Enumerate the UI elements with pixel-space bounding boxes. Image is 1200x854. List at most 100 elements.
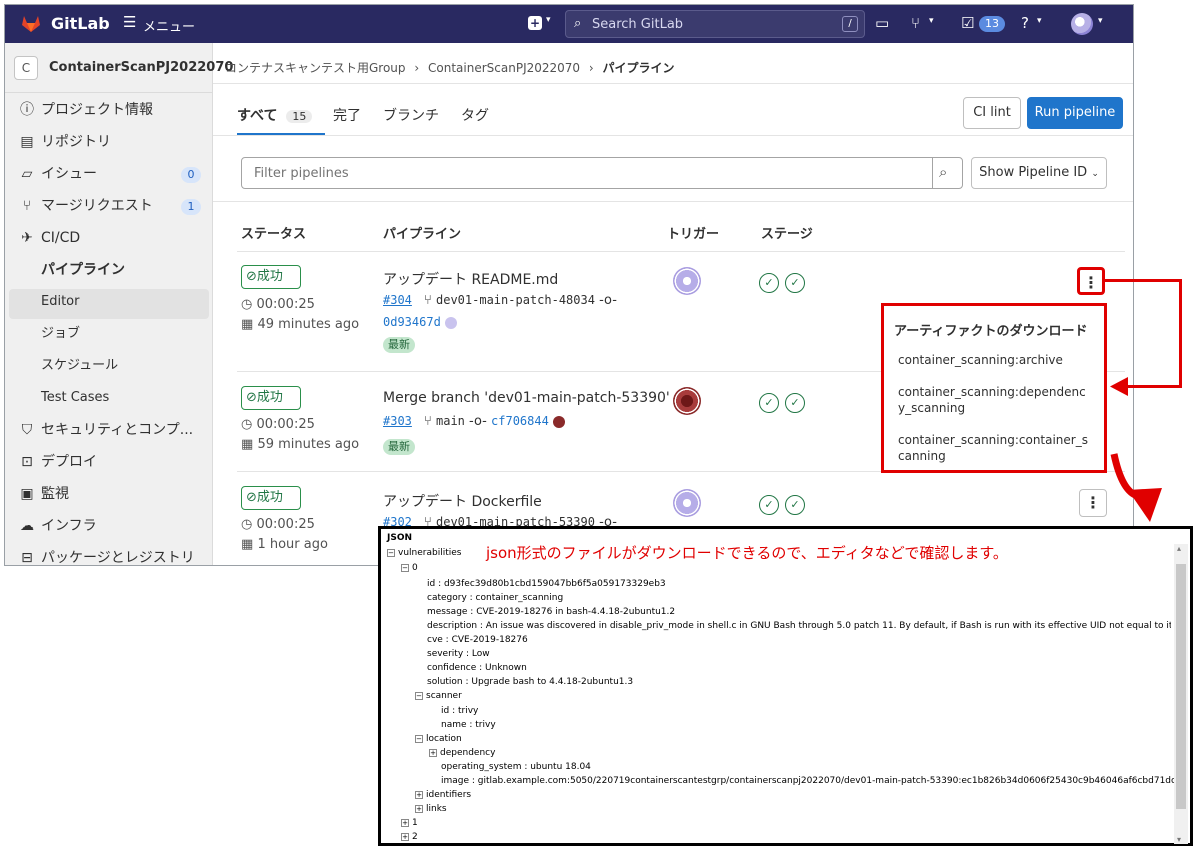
chevron-down-icon[interactable]: ▾: [1098, 16, 1103, 26]
status-badge-success[interactable]: ⊘成功: [241, 386, 301, 410]
pipeline-time-ago: ▦ 59 minutes ago: [241, 437, 359, 452]
branch-name[interactable]: dev01-main-patch-48034: [436, 293, 595, 307]
pipeline-commit-title[interactable]: Merge branch 'dev01-main-patch-53390' ..…: [383, 390, 688, 406]
collapse-icon[interactable]: −: [415, 734, 423, 743]
json-node[interactable]: + dependency: [429, 748, 495, 758]
search-icon: ⌕: [574, 16, 582, 31]
annotation-arrow-down-icon: [1110, 453, 1162, 522]
chevron-down-icon[interactable]: ▾: [1037, 16, 1042, 26]
expand-icon[interactable]: +: [401, 832, 409, 841]
sidebar-item-jobs[interactable]: ジョブ: [5, 319, 213, 349]
project-avatar[interactable]: C: [14, 56, 38, 80]
show-pipeline-id-dropdown[interactable]: Show Pipeline ID ⌄: [971, 157, 1107, 189]
json-node[interactable]: − location: [415, 734, 462, 744]
expand-icon[interactable]: +: [415, 804, 423, 813]
filter-placeholder: Filter pipelines: [254, 166, 349, 181]
sidebar-item-editor[interactable]: Editor: [5, 287, 213, 317]
project-name[interactable]: ContainerScanPJ2022070: [49, 60, 233, 75]
collapse-icon[interactable]: −: [387, 548, 395, 557]
sidebar-item-pipelines[interactable]: パイプライン: [5, 255, 213, 285]
expand-icon[interactable]: +: [415, 790, 423, 799]
todo-count-badge[interactable]: 13: [979, 16, 1005, 32]
status-badge-success[interactable]: ⊘成功: [241, 265, 301, 289]
json-node[interactable]: − scanner: [415, 691, 462, 701]
trigger-avatar[interactable]: [673, 267, 701, 295]
scroll-up-icon[interactable]: ▴: [1177, 544, 1181, 553]
sidebar-item-label: マージリクエスト: [41, 198, 153, 214]
gitlab-logo-icon[interactable]: [21, 14, 41, 33]
scrollbar-thumb[interactable]: [1176, 564, 1186, 809]
author-avatar: [444, 316, 457, 329]
tab-all[interactable]: すべて 15: [237, 105, 313, 125]
breadcrumb-project[interactable]: ContainerScanPJ2022070: [428, 61, 580, 75]
search-input[interactable]: Search GitLab: [592, 17, 683, 32]
sidebar-item-issues[interactable]: ▱ イシュー 0: [5, 159, 213, 189]
tab-branches[interactable]: ブランチ: [383, 105, 439, 125]
breadcrumb-group[interactable]: コンテナスキャンテスト用Group: [225, 61, 406, 75]
collapse-icon[interactable]: −: [401, 563, 409, 572]
chevron-down-icon[interactable]: ▾: [546, 15, 551, 25]
json-node[interactable]: +2: [401, 832, 418, 842]
search-box[interactable]: ⌕ Search GitLab /: [565, 10, 865, 38]
stage-success-icon[interactable]: ✓: [785, 273, 805, 293]
user-avatar[interactable]: [1071, 13, 1093, 35]
status-badge-success[interactable]: ⊘成功: [241, 486, 301, 510]
merge-requests-icon[interactable]: ⑂: [911, 14, 920, 32]
expand-icon[interactable]: +: [429, 748, 437, 757]
json-node[interactable]: +1: [401, 818, 418, 828]
pipeline-commit-title[interactable]: アップデート Dockerfile: [383, 491, 542, 511]
sidebar-item-repository[interactable]: ▤ リポジトリ: [5, 127, 213, 157]
stage-success-icon[interactable]: ✓: [785, 393, 805, 413]
artifact-download-dependency-scanning[interactable]: container_scanning:dependency_scanning: [898, 384, 1088, 416]
trigger-avatar[interactable]: [673, 387, 701, 415]
tab-finished[interactable]: 完了: [333, 105, 361, 125]
sidebar-item-schedules[interactable]: スケジュール: [5, 351, 213, 381]
commit-sha-link[interactable]: cf706844: [491, 414, 549, 428]
expand-icon[interactable]: +: [401, 818, 409, 827]
pipeline-commit-title[interactable]: アップデート README.md: [383, 269, 558, 289]
more-actions-kebab-icon[interactable]: ⋮: [1077, 267, 1105, 295]
branch-name[interactable]: main: [436, 414, 465, 428]
commit-sha-link[interactable]: 0d93467d: [383, 315, 441, 329]
chevron-down-icon[interactable]: ▾: [929, 16, 934, 26]
sidebar-item-project-info[interactable]: ⓘ プロジェクト情報: [5, 95, 213, 125]
json-node[interactable]: + links: [415, 804, 447, 814]
artifact-download-archive[interactable]: container_scanning:archive: [898, 352, 1098, 368]
ci-lint-button[interactable]: CI lint: [963, 97, 1021, 129]
brand-name[interactable]: GitLab: [51, 14, 110, 33]
sidebar-item-packages[interactable]: ⊟ パッケージとレジストリ: [5, 543, 213, 565]
sidebar-item-merge-requests[interactable]: ⑂ マージリクエスト 1: [5, 191, 213, 221]
stage-success-icon[interactable]: ✓: [785, 495, 805, 515]
sidebar-item-test-cases[interactable]: Test Cases: [5, 383, 213, 413]
scroll-down-icon[interactable]: ▾: [1177, 835, 1181, 844]
stage-success-icon[interactable]: ✓: [759, 495, 779, 515]
collapse-icon[interactable]: −: [415, 691, 423, 700]
pipeline-id-link[interactable]: #303: [383, 414, 412, 428]
stage-success-icon[interactable]: ✓: [759, 393, 779, 413]
menu-label[interactable]: メニュー: [143, 16, 195, 35]
pipeline-id-link[interactable]: #304: [383, 293, 412, 307]
new-item-icon[interactable]: +: [528, 16, 542, 30]
run-pipeline-button[interactable]: Run pipeline: [1027, 97, 1123, 129]
sidebar-item-label: Test Cases: [41, 390, 110, 405]
filter-pipelines-input[interactable]: Filter pipelines ⌕: [241, 157, 963, 189]
json-node[interactable]: + identifiers: [415, 790, 471, 800]
sidebar-item-security[interactable]: ⛉ セキュリティとコンプ...: [5, 415, 213, 445]
search-icon[interactable]: ⌕: [939, 163, 947, 181]
artifact-download-container-scanning[interactable]: container_scanning:container_scanning: [898, 432, 1088, 464]
json-node[interactable]: −0: [401, 563, 418, 573]
more-actions-kebab-icon[interactable]: ⋮: [1079, 489, 1107, 517]
hamburger-icon[interactable]: ☰: [123, 13, 136, 31]
issues-icon[interactable]: ▭: [875, 14, 889, 32]
trigger-avatar[interactable]: [673, 489, 701, 517]
stage-success-icon[interactable]: ✓: [759, 273, 779, 293]
sidebar-item-deploy[interactable]: ⊡ デプロイ: [5, 447, 213, 477]
sidebar-item-monitor[interactable]: ▣ 監視: [5, 479, 213, 509]
tab-tags[interactable]: タグ: [461, 105, 489, 125]
header-pipeline: パイプライン: [383, 227, 462, 242]
sidebar-item-infrastructure[interactable]: ☁ インフラ: [5, 511, 213, 541]
help-icon[interactable]: ?: [1021, 14, 1029, 32]
json-node[interactable]: − vulnerabilities: [387, 548, 461, 558]
sidebar-item-cicd[interactable]: ✈ CI/CD: [5, 223, 213, 253]
todo-icon[interactable]: ☑: [961, 14, 974, 32]
